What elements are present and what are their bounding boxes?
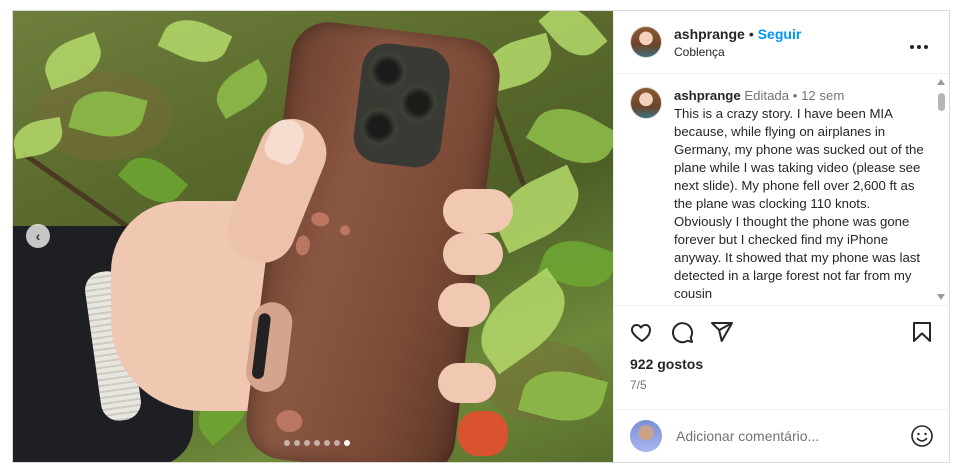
comment-icon xyxy=(672,322,694,344)
carousel-dot xyxy=(304,440,310,446)
scuff-mark xyxy=(310,211,331,228)
scroll-up-arrow-icon[interactable] xyxy=(937,79,945,85)
post-actions: 922 gostos 7/5 xyxy=(614,305,950,392)
shoe xyxy=(458,411,508,456)
finger xyxy=(438,283,490,327)
location-link[interactable]: Coblença xyxy=(674,45,801,59)
author-avatar[interactable] xyxy=(630,26,662,58)
carousel-dot xyxy=(294,440,300,446)
previous-slide-button[interactable]: ‹ xyxy=(26,224,50,248)
comments-section[interactable]: ashprange Editada • 12 sem This is a cra… xyxy=(614,75,950,304)
bookmark-icon xyxy=(913,322,931,342)
likes-count[interactable]: 922 gostos xyxy=(630,356,934,372)
scroll-down-arrow-icon[interactable] xyxy=(937,294,945,300)
scuff-mark xyxy=(294,234,312,257)
camera-module xyxy=(350,40,453,171)
carousel-dots xyxy=(284,440,350,446)
share-icon xyxy=(711,322,733,342)
leaf xyxy=(525,94,613,178)
scrollbar-thumb[interactable] xyxy=(938,93,945,111)
post-header: ashprange • Seguir Coblença xyxy=(614,11,949,74)
leaf xyxy=(157,11,233,73)
carousel-dot xyxy=(324,440,330,446)
post-sidebar: ashprange • Seguir Coblença ashprange Ed… xyxy=(613,11,950,462)
caption-separator: • xyxy=(792,88,798,103)
save-button[interactable] xyxy=(910,320,934,344)
carousel-dot xyxy=(314,440,320,446)
more-horizontal-icon xyxy=(910,45,928,49)
camera-lens xyxy=(356,104,402,150)
comment-button[interactable] xyxy=(670,320,694,344)
author-info: ashprange • Seguir Coblença xyxy=(674,26,801,59)
leaf xyxy=(13,116,66,160)
scuff-mark xyxy=(275,408,304,434)
caption-text: This is a crazy story. I have been MIA b… xyxy=(674,106,924,301)
like-button[interactable] xyxy=(630,320,654,344)
separator-dot: • xyxy=(748,25,754,42)
camera-lens xyxy=(365,49,411,94)
leaf xyxy=(207,58,277,120)
add-comment-bar xyxy=(614,409,950,461)
caption-body: ashprange Editada • 12 sem This is a cra… xyxy=(674,87,928,303)
heart-icon xyxy=(630,324,652,342)
edited-label: Editada xyxy=(744,88,790,103)
caption: ashprange Editada • 12 sem This is a cra… xyxy=(614,75,950,303)
chevron-left-icon: ‹ xyxy=(35,228,41,244)
post-media[interactable]: ‹ xyxy=(13,11,613,462)
finger xyxy=(443,189,513,233)
instagram-post: ‹ ashprange • Seguir Coblença ashprange … xyxy=(12,10,950,463)
scuff-mark xyxy=(339,224,351,237)
emoji-button[interactable] xyxy=(910,424,934,448)
caption-username[interactable]: ashprange xyxy=(674,88,741,103)
caption-avatar[interactable] xyxy=(630,87,662,119)
side-button xyxy=(251,312,272,380)
caption-age[interactable]: 12 sem xyxy=(801,88,844,103)
add-comment-input[interactable] xyxy=(676,427,896,444)
camera-lens xyxy=(395,81,441,126)
carousel-dot xyxy=(334,440,340,446)
carousel-dot xyxy=(284,440,290,446)
current-user-avatar xyxy=(630,419,662,452)
slide-indicator: 7/5 xyxy=(630,378,647,392)
carousel-dot-active xyxy=(344,440,350,446)
follow-button[interactable]: Seguir xyxy=(758,26,802,42)
emoji-icon xyxy=(911,424,933,447)
more-options-button[interactable] xyxy=(909,33,929,56)
comments-scrollbar[interactable] xyxy=(935,75,947,304)
finger xyxy=(443,233,503,275)
finger xyxy=(438,363,496,403)
author-username[interactable]: ashprange xyxy=(674,26,745,42)
share-button[interactable] xyxy=(710,320,734,344)
